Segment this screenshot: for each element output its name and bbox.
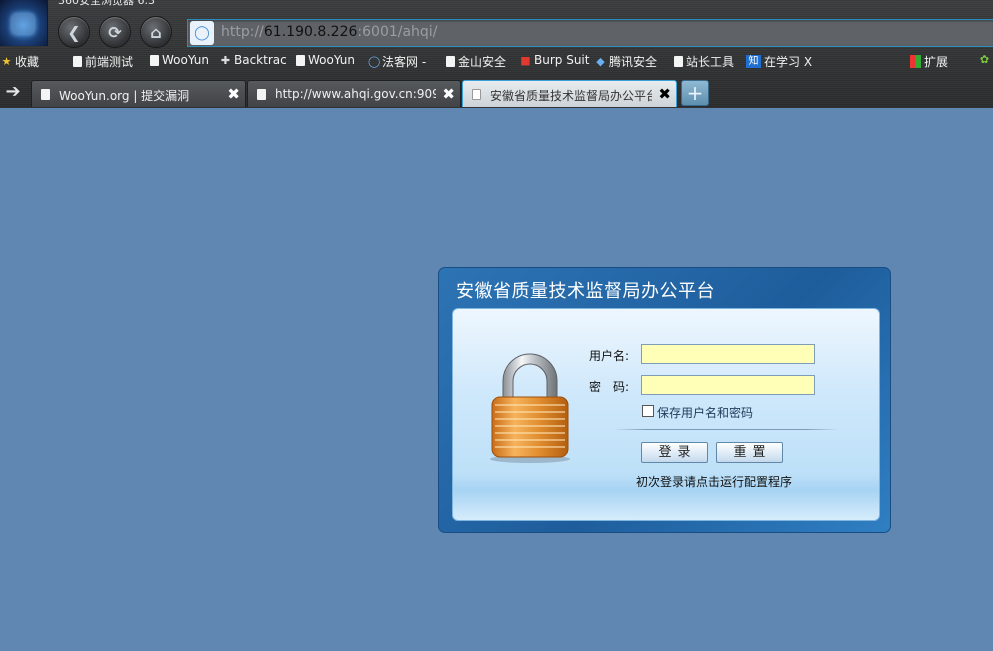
shield-icon: ◆ [596,55,605,68]
bookmark-label: 金山安全 [458,55,507,69]
globe-icon: ◯ [368,55,381,68]
refresh-icon: ⟳ [108,22,122,42]
bookmark-favorites[interactable]: ★ 收藏 [1,53,39,70]
page-icon [674,56,683,67]
bookmark-item[interactable]: ■ Burp Suit [520,53,589,67]
remember-label[interactable]: 保存用户名和密码 [657,404,753,421]
close-tab-icon[interactable]: ✖ [658,85,671,103]
url-host: 61.190.8.226 [263,24,358,40]
bookmark-label: 站长工具 [686,55,735,69]
login-title: 安徽省质量技术监督局办公平台 [456,281,715,302]
login-form: 用户名: 密 码: 保存用户名和密码 登录 重置 初次登录请点击运行配置程序 [452,308,880,521]
password-label: 密 码: [589,380,630,394]
url-path: :6001/ahqi/ [357,24,438,40]
page-icon [472,89,481,100]
tab-label: 安徽省质量技术监督局办公平台 [490,89,652,103]
addon-icon: ✿ [979,53,990,66]
bookmark-label: 腾讯安全 [609,55,658,69]
home-icon: ⌂ [150,22,162,42]
bookmark-label: WooYun [308,53,356,67]
login-button[interactable]: 登录 [641,442,708,463]
tab-strip: ➔ WooYun.org | 提交漏洞 ✖ http://www.ahqi.go… [0,78,993,108]
bookmarks-bar: ★ 收藏 前端测试 WooYun ✚ Backtrac WooYun ◯ 法客网… [0,51,993,73]
tab-wooyun[interactable]: WooYun.org | 提交漏洞 ✖ [31,80,246,107]
page-icon [446,56,455,67]
bookmark-label: WooYun [162,53,210,67]
bookmark-label: 前端测试 [85,55,134,69]
bookmark-item[interactable]: WooYun [296,53,355,67]
addon-button[interactable]: ✿ [979,53,990,66]
address-text[interactable]: http://61.190.8.226:6001/ahqi/ [221,24,437,40]
browser-logo-icon [0,0,48,46]
page-icon [257,89,266,100]
bookmark-item[interactable]: 前端测试 [73,53,133,70]
bookmark-label: 在学习 X [764,55,813,69]
refresh-button[interactable]: ⟳ [99,16,131,48]
login-panel: 安徽省质量技术监督局办公平台 用户名: 密 码: 保存用户名和密码 登录 重置 … [438,267,891,533]
bookmark-label: 收藏 [15,55,40,69]
bookmark-item[interactable]: ✚ Backtrac [220,53,287,67]
remember-checkbox[interactable] [642,405,654,417]
page-icon [150,54,159,66]
url-scheme: http:// [221,24,264,40]
bookmark-label: 扩展 [924,55,949,69]
home-button[interactable]: ⌂ [140,16,172,48]
form-divider [613,429,839,430]
bookmark-label: Burp Suit [534,53,590,67]
page-icon [296,54,305,66]
tab-arrow-icon[interactable]: ➔ [0,82,26,102]
star-icon: ★ [1,55,12,68]
padlock-icon [490,353,570,463]
tab-label: WooYun.org | 提交漏洞 [59,89,190,103]
site-security-icon: ◯ [190,21,214,45]
reset-button[interactable]: 重置 [716,442,783,463]
browser-chrome: 360安全浏览器 6.3 ❮ ⟳ ⌂ ◯ http://61.190.8.226… [0,0,993,108]
bookmark-item[interactable]: 金山安全 [446,53,506,70]
bookmark-item[interactable]: ◯ 法客网 - [368,53,426,70]
extensions-icon [910,55,921,68]
bookmark-item[interactable]: ◆ 腾讯安全 [595,53,657,70]
address-bar[interactable]: ◯ http://61.190.8.226:6001/ahqi/ [187,19,993,47]
zhi-icon: 知 [746,55,761,68]
bookmark-item[interactable]: 知 在学习 X [746,53,812,70]
config-hint-link[interactable]: 初次登录请点击运行配置程序 [636,473,792,490]
tab-ahqi-9090[interactable]: http://www.ahqi.gov.cn:9090/c ✖ [247,80,461,107]
username-input[interactable] [641,344,815,364]
window-title: 360安全浏览器 6.3 [58,0,155,7]
close-tab-icon[interactable]: ✖ [442,85,455,103]
close-tab-icon[interactable]: ✖ [227,85,240,103]
bookmark-label: 法客网 - [382,55,427,69]
bookmark-item[interactable]: 站长工具 [674,53,734,70]
back-arrow-icon: ❮ [67,22,81,42]
tab-label: http://www.ahqi.gov.cn:9090/c [275,87,436,101]
username-label: 用户名: [589,349,630,363]
page-icon [41,89,50,100]
bookmark-item[interactable]: WooYun [150,53,209,67]
burp-icon: ■ [520,53,531,67]
new-tab-button[interactable]: + [681,80,709,106]
back-button[interactable]: ❮ [58,16,90,48]
tab-active-login[interactable]: 安徽省质量技术监督局办公平台 ✖ [462,80,677,107]
page-icon [73,56,82,67]
bookmark-label: Backtrac [234,53,287,67]
password-input[interactable] [641,375,815,395]
backtrack-icon: ✚ [220,53,231,67]
extensions-button[interactable]: 扩展 [910,53,948,70]
